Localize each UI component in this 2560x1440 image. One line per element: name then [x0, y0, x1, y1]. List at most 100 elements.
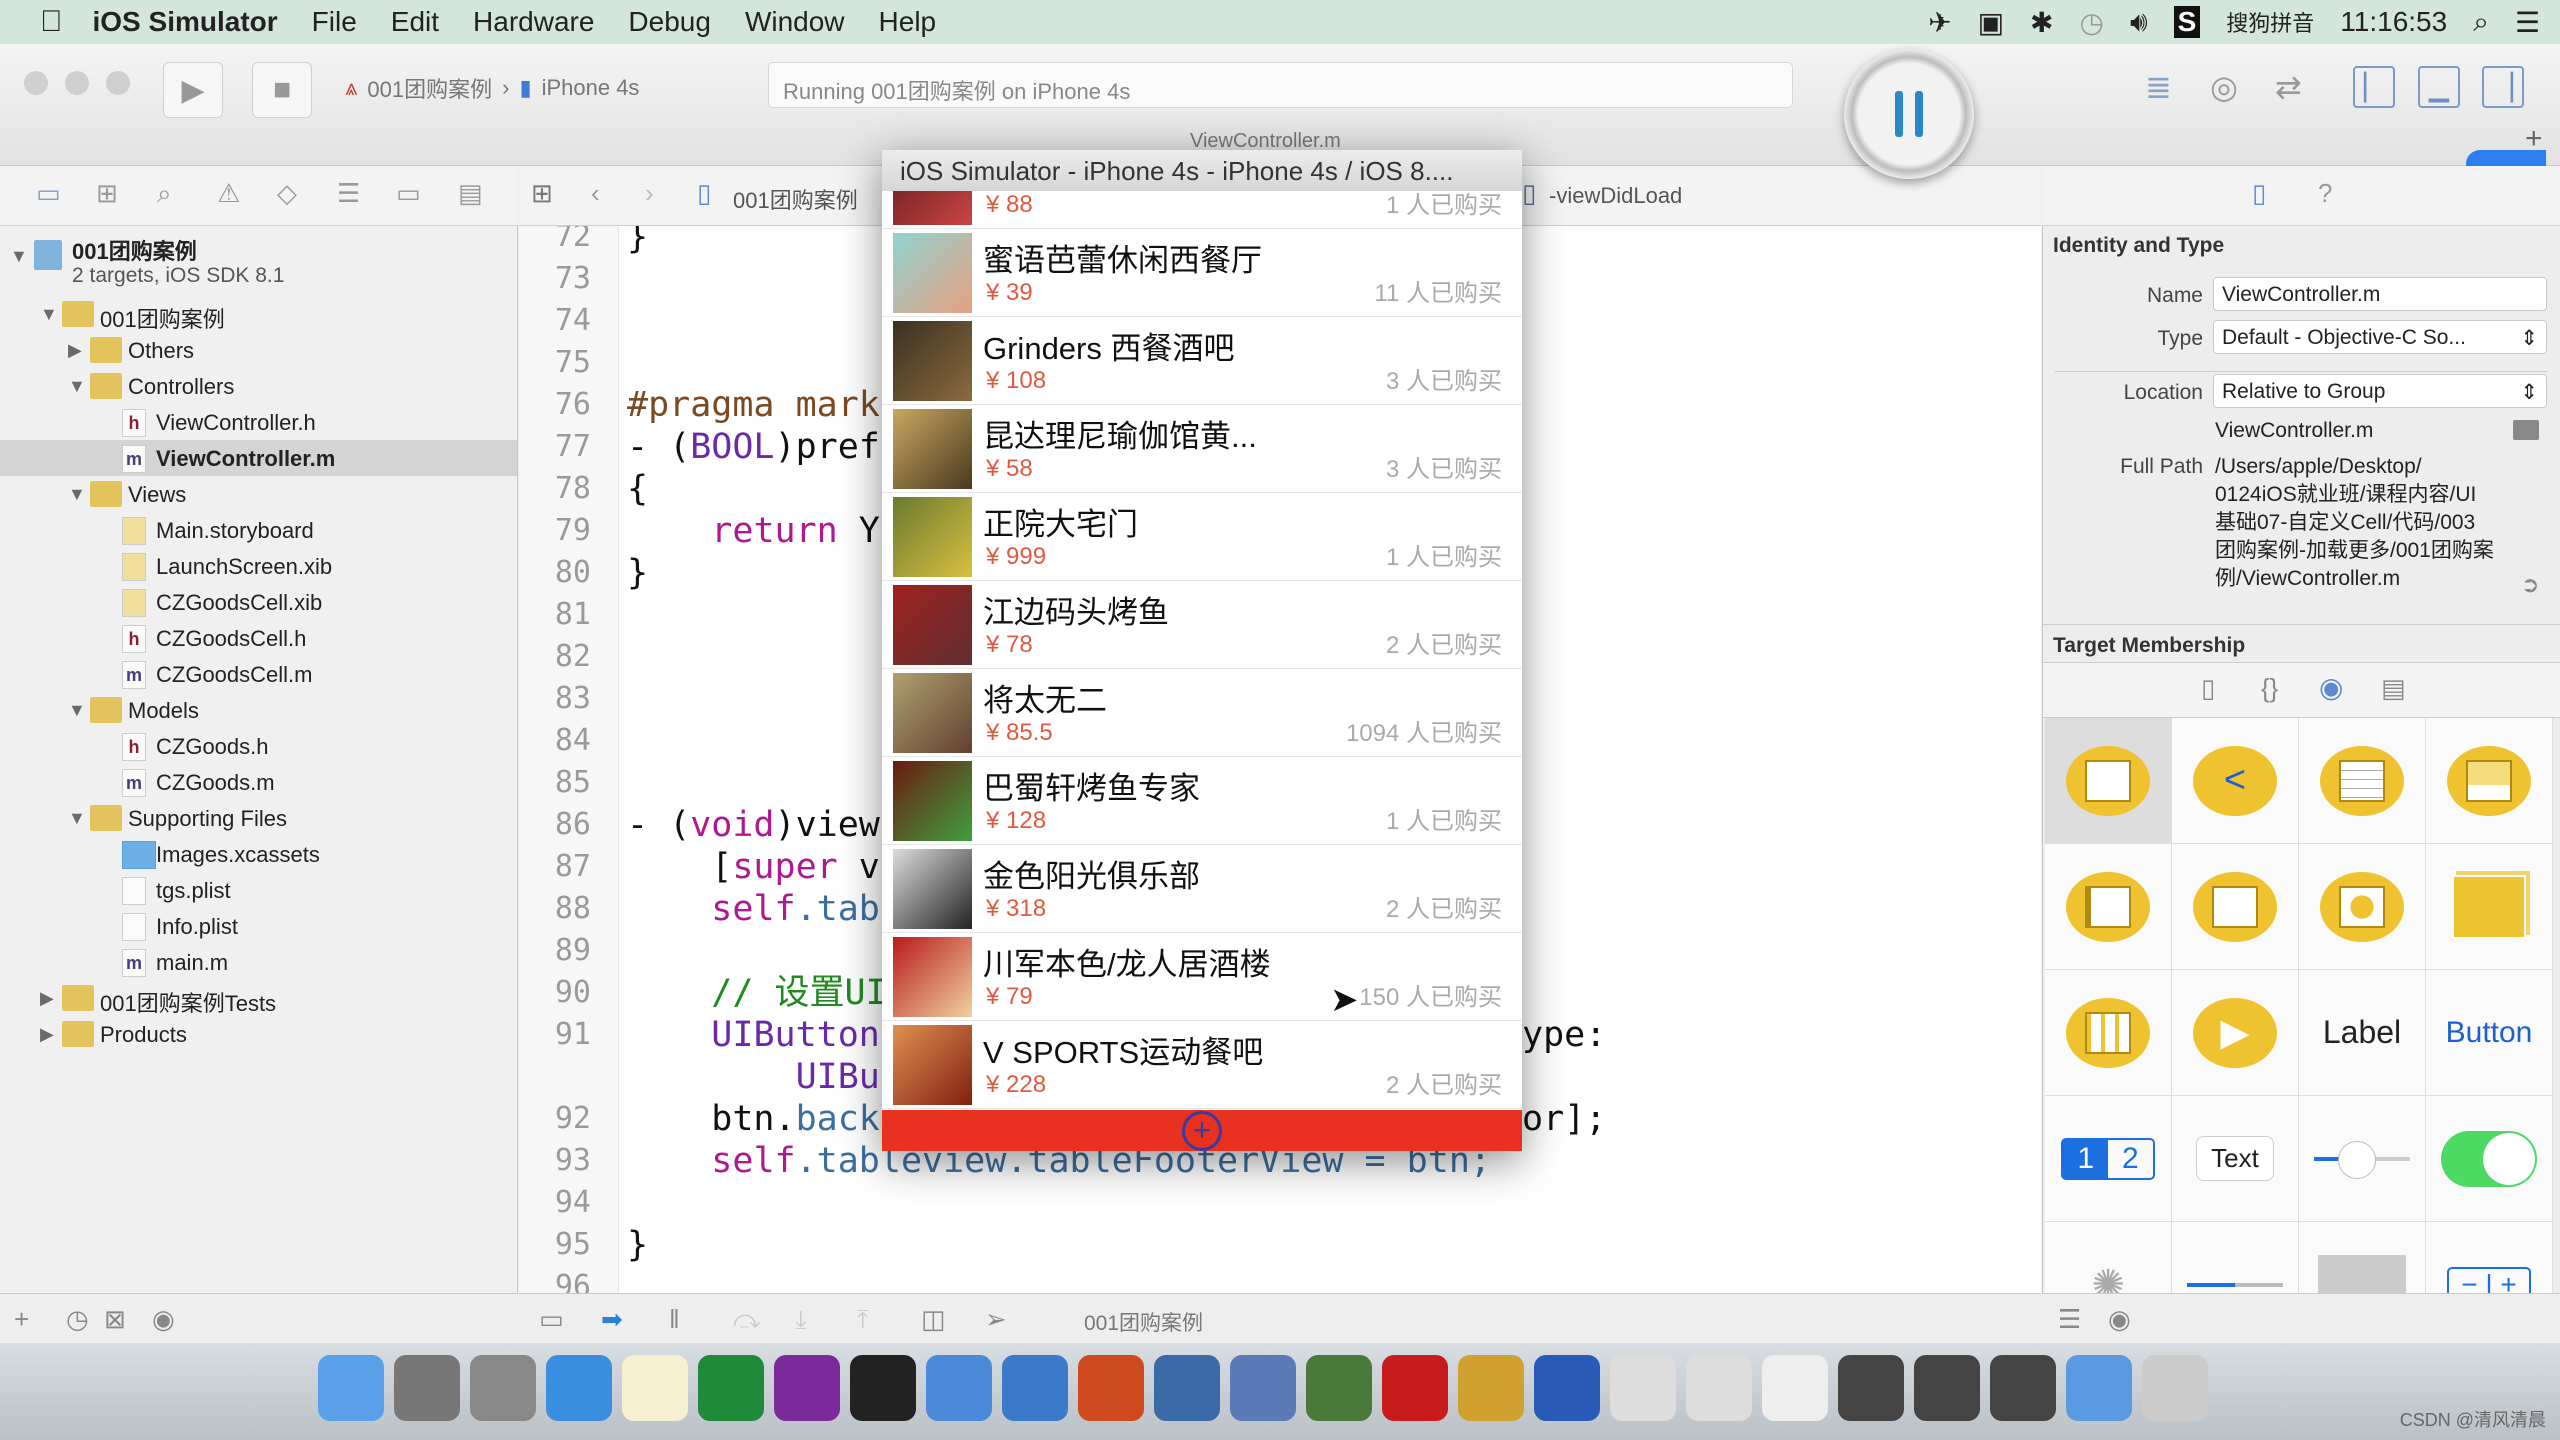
navigator-toggle-icon[interactable]: ▏	[2353, 66, 2395, 108]
code-line-right[interactable]: ype:	[1522, 1014, 1606, 1056]
back-icon[interactable]: ‹	[591, 178, 600, 209]
notes-icon[interactable]	[622, 1355, 688, 1421]
tree-item-folder[interactable]: ▶ Products	[0, 1016, 517, 1052]
network-3-icon[interactable]	[1990, 1355, 2056, 1421]
disclosure-open-icon[interactable]: ▼	[68, 700, 86, 721]
timemachine-icon[interactable]: ◷	[2080, 6, 2104, 39]
spotlight-icon[interactable]: ⌕	[2473, 6, 2489, 39]
type-select[interactable]: Default - Objective-C So... ⇕	[2213, 320, 2547, 354]
disclosure-closed-icon[interactable]: ▶	[40, 988, 54, 1009]
switch-object[interactable]	[2426, 1096, 2553, 1222]
instruments-icon[interactable]	[1154, 1355, 1220, 1421]
step-in-icon[interactable]: ⤓	[795, 1304, 807, 1336]
button-object[interactable]: Button	[2426, 970, 2553, 1096]
filezilla-icon[interactable]	[1382, 1355, 1448, 1421]
load-more-footer-button[interactable]: +	[882, 1110, 1522, 1151]
simulator-title[interactable]: iOS Simulator - iPhone 4s - iPhone 4s / …	[882, 150, 1522, 191]
code-line[interactable]: - (BOOL)pref	[627, 426, 880, 468]
word-icon[interactable]	[1534, 1355, 1600, 1421]
font-app-2-icon[interactable]	[1686, 1355, 1752, 1421]
tree-item-m[interactable]: m CZGoodsCell.m	[0, 656, 517, 692]
deal-cell[interactable]: 巴蜀轩烤鱼专家 ¥ 128 1 人已购买	[882, 757, 1522, 845]
deal-cell[interactable]: 川军本色/龙人居酒楼 ¥ 79 150 人已购买	[882, 933, 1522, 1021]
tree-item-m[interactable]: m main.m	[0, 944, 517, 980]
page-view-controller-object[interactable]	[2172, 844, 2299, 970]
code-line[interactable]: {	[627, 468, 648, 510]
deal-cell[interactable]: 蜜语芭蕾休闲西餐厅 ¥ 39 11 人已购买	[882, 229, 1522, 317]
progress-view-object[interactable]	[2172, 1222, 2299, 1293]
breakpoints-toggle-icon[interactable]: ➡	[601, 1304, 623, 1335]
split-view-controller-object[interactable]	[2045, 844, 2172, 970]
disclosure-open-icon[interactable]: ▼	[40, 304, 58, 325]
powerpoint-icon[interactable]	[1078, 1355, 1144, 1421]
clock[interactable]: 11:16:53	[2340, 6, 2447, 38]
folder-icon[interactable]	[2513, 420, 2539, 440]
xcode-icon[interactable]	[926, 1355, 992, 1421]
location-select[interactable]: Relative to Group ⇕	[2213, 374, 2547, 408]
report-navigator-icon[interactable]: ▤	[458, 178, 483, 209]
view-controller-object[interactable]	[2045, 718, 2172, 844]
camera-icon[interactable]: ▣	[1978, 6, 2004, 39]
stepper-object[interactable]: − | +	[2426, 1222, 2553, 1293]
device-name[interactable]: iPhone 4s	[542, 75, 640, 101]
reveal-in-finder-icon[interactable]: ➲	[2521, 572, 2539, 598]
notification-center-icon[interactable]: ☰	[2515, 6, 2540, 39]
quick-help-icon[interactable]: ?	[2318, 178, 2332, 209]
window-zoom-button[interactable]	[106, 71, 130, 95]
tree-item-storyboard[interactable]: Main.storyboard	[0, 512, 517, 548]
tree-item-folder[interactable]: ▶ 001团购案例Tests	[0, 980, 517, 1016]
continue-icon[interactable]: ‖	[669, 1304, 680, 1335]
debug-area-toggle-icon[interactable]: ▁	[2418, 66, 2460, 108]
tree-item-xib[interactable]: CZGoodsCell.xib	[0, 584, 517, 620]
recent-files-icon[interactable]: ◷	[66, 1304, 89, 1335]
menu-debug[interactable]: Debug	[628, 6, 711, 38]
ios-simulator-window[interactable]: iOS Simulator - iPhone 4s - iPhone 4s / …	[882, 150, 1522, 1151]
file-template-library-icon[interactable]: ▯	[2201, 673, 2215, 704]
deal-cell[interactable]: 江边码头烤鱼 ¥ 78 2 人已购买	[882, 581, 1522, 669]
source-control-filter-icon[interactable]: ⊠	[104, 1304, 126, 1335]
slider-object[interactable]	[2299, 1096, 2426, 1222]
tree-item-h[interactable]: h CZGoods.h	[0, 728, 517, 764]
related-items-icon[interactable]: ⊞	[531, 178, 553, 209]
code-line[interactable]: }	[627, 552, 648, 594]
tree-item-xcassets[interactable]: Images.xcassets	[0, 836, 517, 872]
window-minimize-button[interactable]	[65, 71, 89, 95]
breakpoint-navigator-icon[interactable]: ▭	[396, 178, 421, 209]
code-line[interactable]: return Y	[627, 510, 880, 552]
terminal-icon[interactable]	[850, 1355, 916, 1421]
code-line[interactable]: btn.back	[627, 1098, 880, 1140]
system-preferences-icon[interactable]	[394, 1355, 460, 1421]
forward-icon[interactable]: ›	[645, 178, 654, 209]
bluetooth-icon[interactable]: ✱	[2030, 6, 2053, 39]
tree-item-folder[interactable]: ▼ Models	[0, 692, 517, 728]
jump-bar-method[interactable]: -viewDidLoad	[1549, 183, 1682, 209]
finder-folder-icon[interactable]	[2066, 1355, 2132, 1421]
tree-item-xib[interactable]: LaunchScreen.xib	[0, 548, 517, 584]
input-method[interactable]: 搜狗拼音	[2226, 6, 2314, 38]
jump-bar-project[interactable]: 001团购案例	[733, 183, 858, 215]
disclosure-closed-icon[interactable]: ▶	[40, 1024, 54, 1045]
filter-icon[interactable]: ◉	[152, 1304, 175, 1335]
navigation-controller-object[interactable]: <	[2172, 718, 2299, 844]
disclosure-closed-icon[interactable]: ▶	[68, 340, 82, 361]
cloud-app-icon[interactable]	[1306, 1355, 1372, 1421]
disclosure-open-icon[interactable]: ▼	[10, 246, 28, 267]
onenote-icon[interactable]	[774, 1355, 840, 1421]
sogou-icon[interactable]: S	[2173, 6, 2201, 38]
disclosure-open-icon[interactable]: ▼	[68, 376, 86, 397]
network-1-icon[interactable]	[1838, 1355, 1904, 1421]
filter-icon[interactable]: ◉	[2108, 1304, 2131, 1335]
photo-app-icon[interactable]	[1230, 1355, 1296, 1421]
font-app-icon[interactable]	[1610, 1355, 1676, 1421]
standard-editor-icon[interactable]: ≣	[2145, 68, 2172, 106]
disclosure-open-icon[interactable]: ▼	[68, 808, 86, 829]
label-object[interactable]: Label	[2299, 970, 2426, 1096]
deal-cell[interactable]: 昆达理尼瑜伽馆黄... ¥ 58 3 人已购买	[882, 405, 1522, 493]
code-line[interactable]: }	[627, 226, 648, 258]
collection-view-controller-object[interactable]	[2045, 970, 2172, 1096]
disclosure-open-icon[interactable]: ▼	[68, 484, 86, 505]
step-over-icon[interactable]: ⤼	[733, 1304, 761, 1336]
deal-cell[interactable]: ¥ 88 1 人已购买	[882, 191, 1522, 229]
menu-window[interactable]: Window	[745, 6, 845, 38]
code-snippet-library-icon[interactable]: {}	[2261, 673, 2278, 704]
